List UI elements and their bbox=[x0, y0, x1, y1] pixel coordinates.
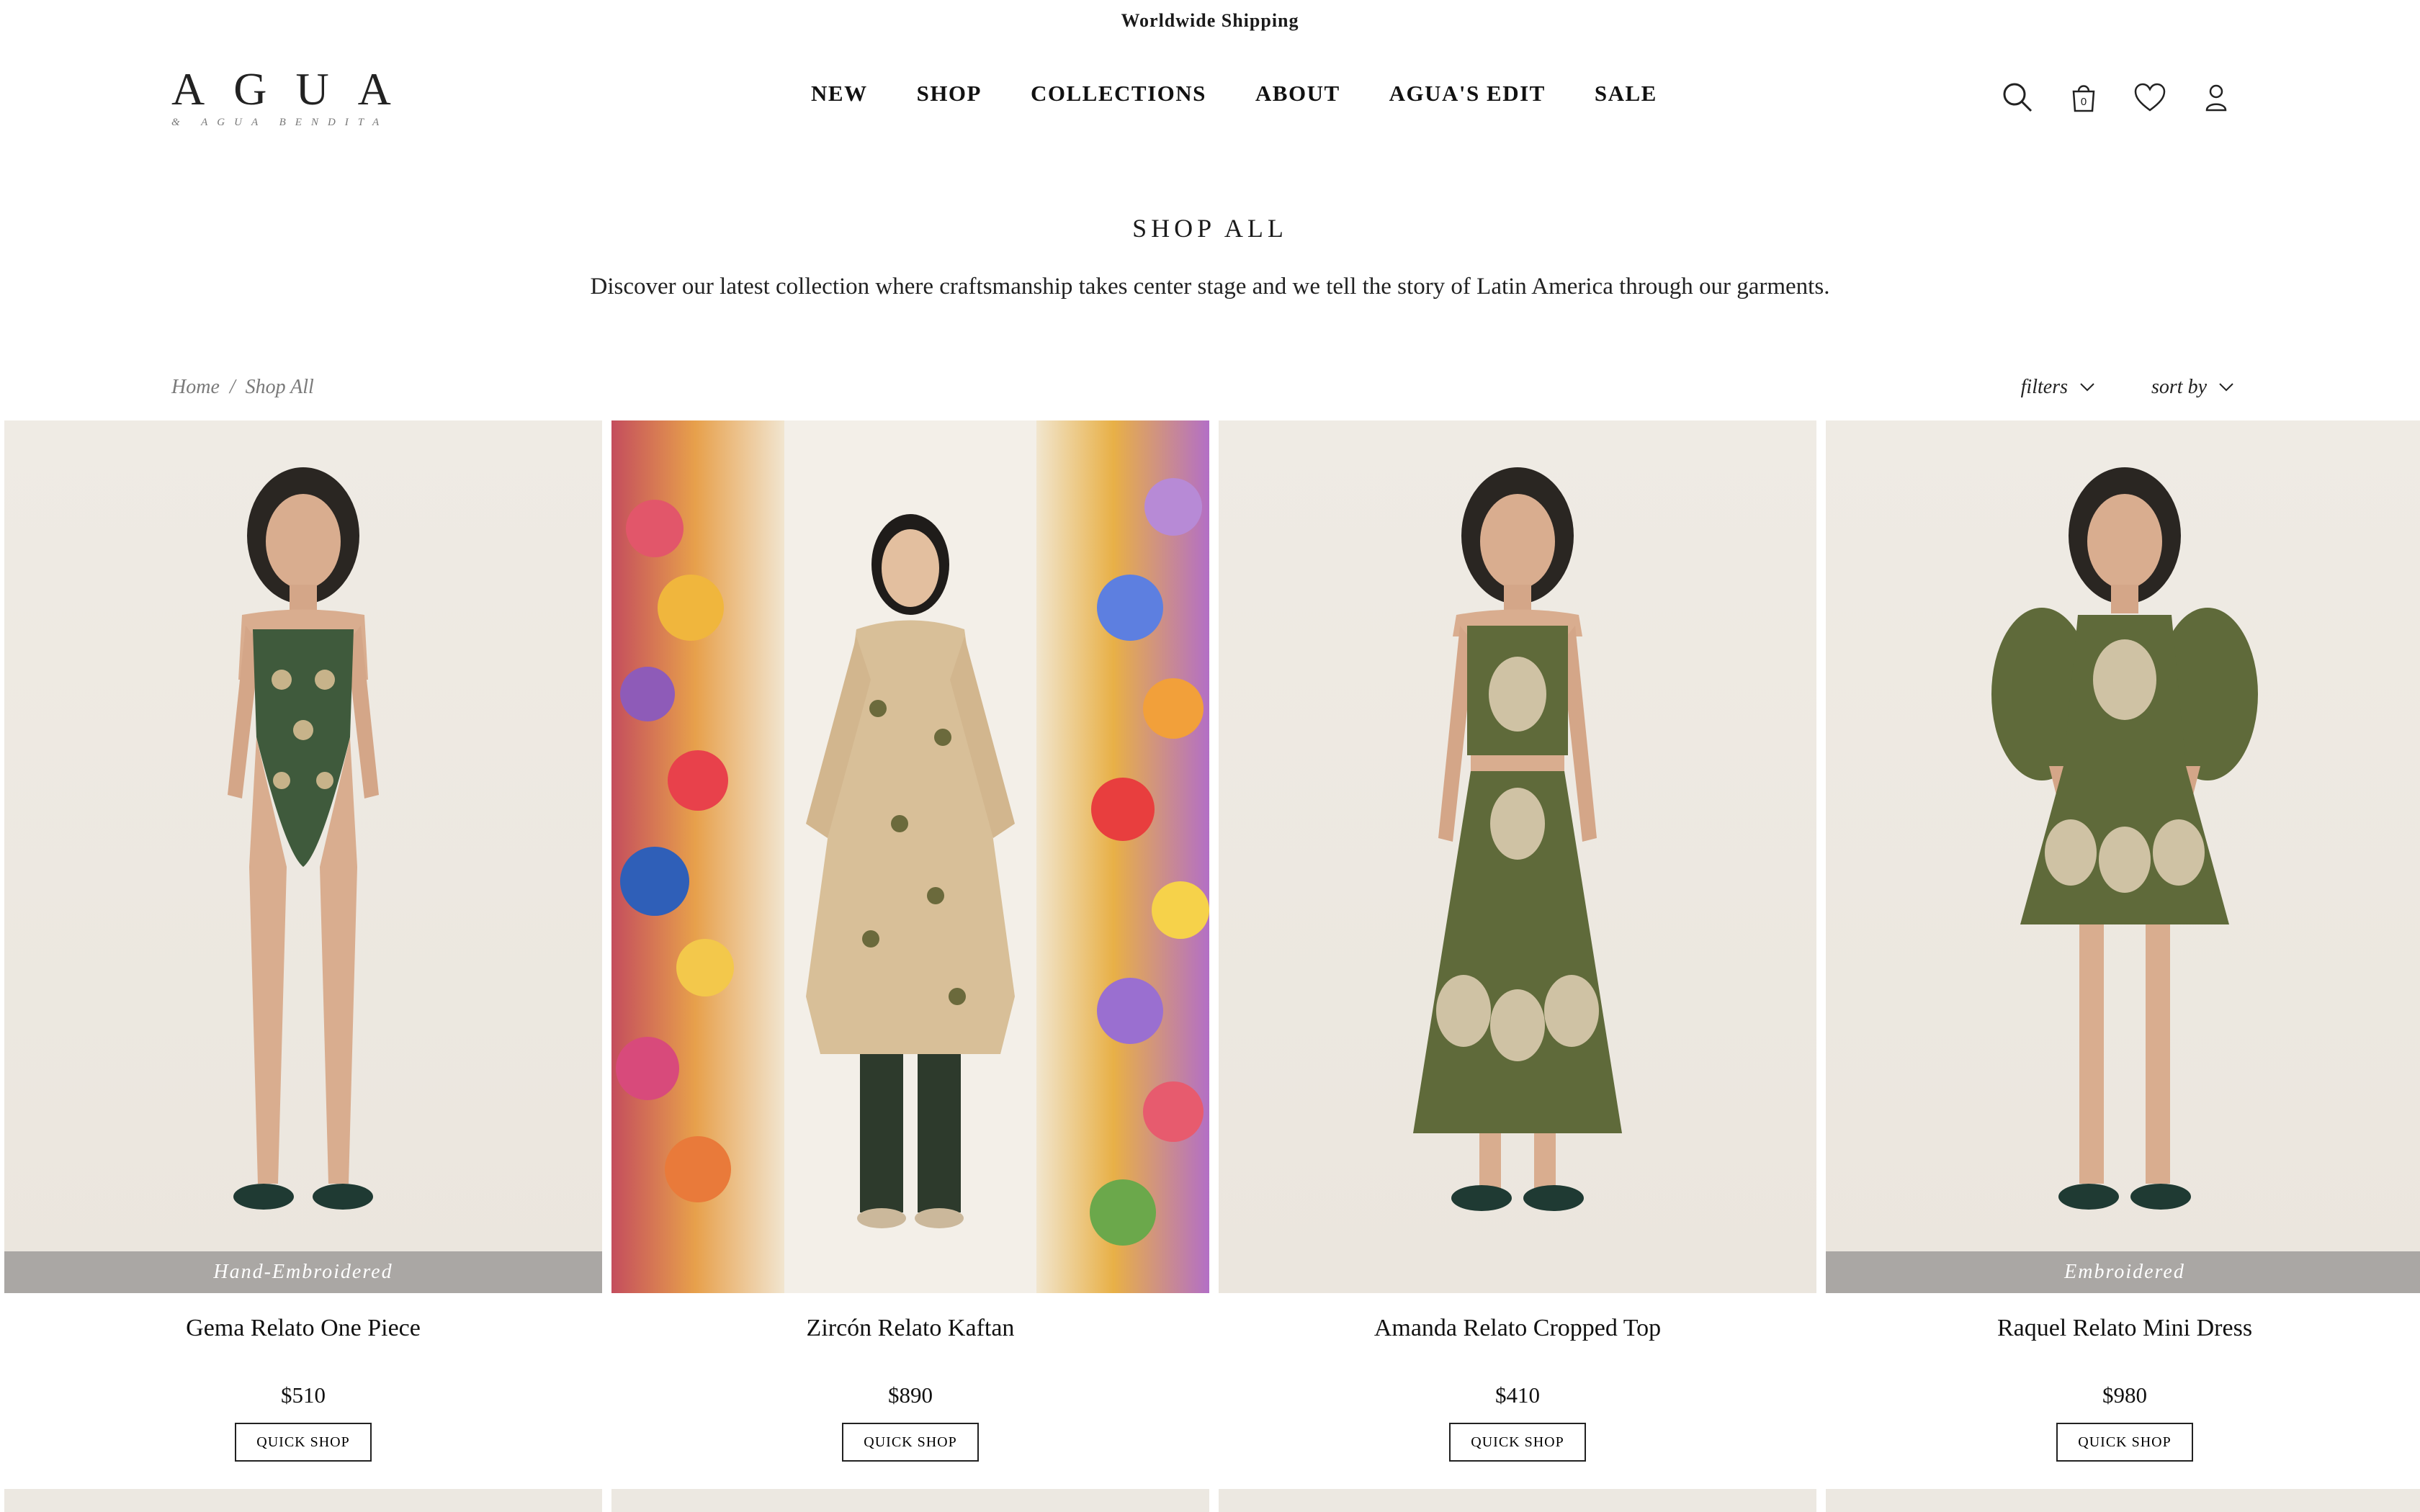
search-icon[interactable] bbox=[2001, 81, 2034, 114]
product-image-partial[interactable] bbox=[1219, 1489, 1816, 1512]
heart-icon[interactable] bbox=[2133, 81, 2166, 114]
breadcrumb-home[interactable]: Home bbox=[171, 376, 220, 399]
product-image-partial[interactable] bbox=[1826, 1489, 2420, 1512]
listing-toolbar: filters sort by bbox=[2021, 376, 2234, 399]
logo-wordmark: AGUA bbox=[171, 63, 420, 114]
product-name[interactable]: Raquel Relato Mini Dress bbox=[1826, 1315, 2420, 1342]
bag-icon[interactable]: 0 bbox=[2067, 81, 2100, 114]
product-name[interactable]: Zircón Relato Kaftan bbox=[611, 1315, 1209, 1342]
product-image[interactable]: Embroidered bbox=[1826, 420, 2420, 1293]
breadcrumb-current: Shop All bbox=[245, 376, 314, 398]
announcement-bar: Worldwide Shipping bbox=[0, 0, 2420, 42]
product-badge: Embroidered bbox=[1826, 1251, 2420, 1293]
quick-shop-button[interactable]: QUICK SHOP bbox=[842, 1423, 979, 1462]
nav-new[interactable]: NEW bbox=[811, 81, 868, 107]
nav-collections[interactable]: COLLECTIONS bbox=[1031, 81, 1206, 107]
breadcrumb: Home / Shop All bbox=[171, 376, 314, 399]
product-image[interactable]: Hand-Embroidered bbox=[4, 420, 602, 1293]
product-image[interactable] bbox=[1219, 420, 1816, 1293]
quick-shop-button[interactable]: QUICK SHOP bbox=[2056, 1423, 2193, 1462]
bag-count: 0 bbox=[2080, 96, 2087, 108]
product-card: Hand-Embroidered Gema Relato One Piece $… bbox=[4, 420, 602, 1462]
next-row-preview bbox=[4, 1489, 2420, 1512]
nav-aguas-edit[interactable]: AGUA'S EDIT bbox=[1389, 81, 1546, 107]
chevron-down-icon bbox=[2080, 383, 2094, 392]
sort-label: sort by bbox=[2151, 376, 2207, 398]
brand-logo[interactable]: AGUA & AGUA BENDITA bbox=[171, 63, 420, 132]
filters-button[interactable]: filters bbox=[2021, 376, 2095, 399]
quick-shop-button[interactable]: QUICK SHOP bbox=[235, 1423, 372, 1462]
breadcrumb-separator: / bbox=[229, 376, 236, 398]
filters-label: filters bbox=[2020, 376, 2068, 398]
sort-button[interactable]: sort by bbox=[2151, 376, 2234, 399]
product-price: $980 bbox=[2102, 1382, 2147, 1408]
product-badge: Hand-Embroidered bbox=[4, 1251, 602, 1293]
product-price: $510 bbox=[281, 1382, 326, 1408]
product-price: $890 bbox=[888, 1382, 933, 1408]
page-title: SHOP ALL bbox=[1132, 214, 1288, 243]
chevron-down-icon bbox=[2219, 383, 2233, 392]
product-card: Embroidered Raquel Relato Mini Dress $98… bbox=[1826, 420, 2420, 1462]
nav-shop[interactable]: SHOP bbox=[917, 81, 982, 107]
user-icon[interactable] bbox=[2200, 81, 2233, 114]
header-icons: 0 bbox=[2001, 81, 2233, 114]
product-grid: Hand-Embroidered Gema Relato One Piece $… bbox=[4, 420, 2420, 1462]
product-image-partial[interactable] bbox=[4, 1489, 602, 1512]
main-nav: NEW SHOP COLLECTIONS ABOUT AGUA'S EDIT S… bbox=[811, 81, 1657, 107]
logo-subtitle: & AGUA BENDITA bbox=[171, 117, 389, 128]
product-image[interactable] bbox=[611, 420, 1209, 1293]
product-card: Zircón Relato Kaftan $890 QUICK SHOP bbox=[611, 420, 1209, 1462]
product-card: Amanda Relato Cropped Top $410 QUICK SHO… bbox=[1219, 420, 1816, 1462]
announcement-text: Worldwide Shipping bbox=[1121, 10, 1299, 31]
nav-sale[interactable]: SALE bbox=[1595, 81, 1657, 107]
product-name[interactable]: Gema Relato One Piece bbox=[4, 1315, 602, 1342]
product-price: $410 bbox=[1495, 1382, 1540, 1408]
page-description: Discover our latest collection where cra… bbox=[590, 274, 1830, 300]
product-image-partial[interactable] bbox=[611, 1489, 1209, 1512]
nav-about[interactable]: ABOUT bbox=[1255, 81, 1340, 107]
quick-shop-button[interactable]: QUICK SHOP bbox=[1449, 1423, 1586, 1462]
product-name[interactable]: Amanda Relato Cropped Top bbox=[1219, 1315, 1816, 1342]
